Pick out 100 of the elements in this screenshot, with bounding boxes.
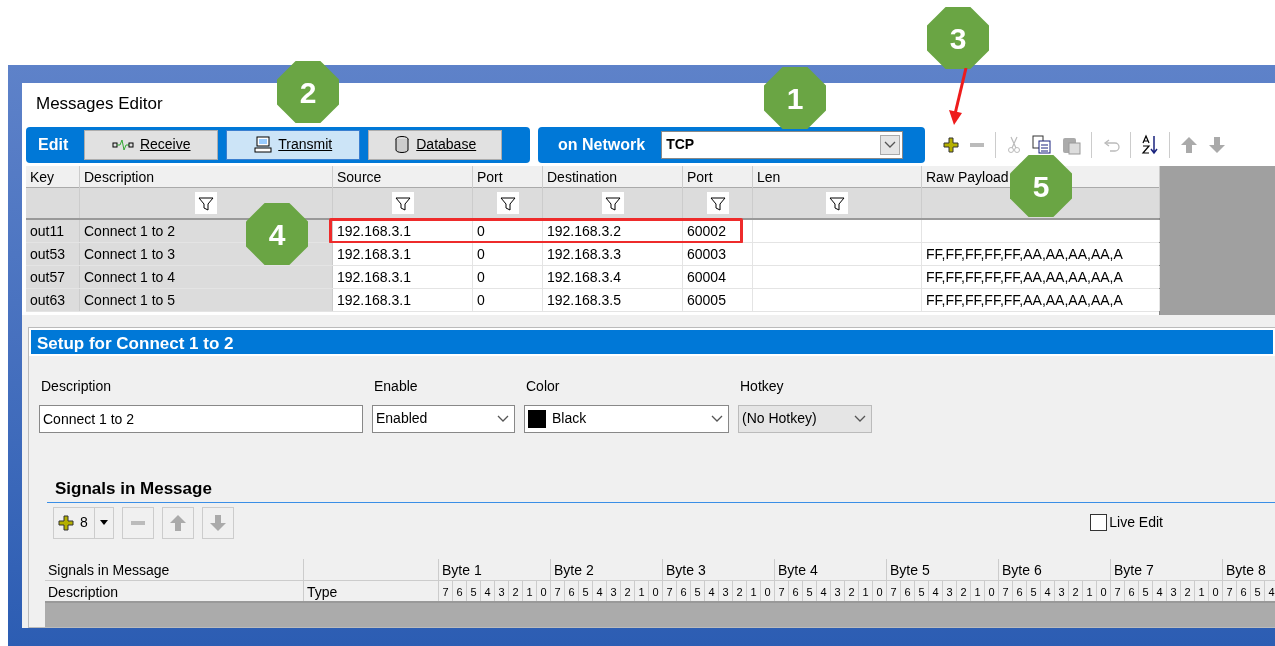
section-title: Signals in Message	[54, 478, 213, 500]
bit-header: 4	[1153, 581, 1167, 601]
mode-tab[interactable]: Transmit	[226, 129, 361, 160]
column-header: Byte 6	[999, 559, 1111, 580]
caret-down-icon	[98, 519, 109, 527]
bit-header: 5	[691, 581, 705, 601]
bit-header: 7	[775, 581, 789, 601]
bit-header: 5	[1027, 581, 1041, 601]
bit-header: 5	[467, 581, 481, 601]
bit-header: 6	[1013, 581, 1027, 601]
bit-header: 2	[509, 581, 523, 601]
column-header: Byte 7	[1111, 559, 1223, 580]
dropdown-field[interactable]: Enabled	[372, 405, 515, 433]
table-cell: 192.168.3.1	[333, 243, 473, 266]
bit-header: 4	[817, 581, 831, 601]
bit-header: 1	[1195, 581, 1209, 601]
bit-header: 0	[873, 581, 887, 601]
callout-tooltip: 3	[927, 7, 989, 69]
bit-header: 5	[579, 581, 593, 601]
arrow-down-icon	[208, 514, 227, 532]
bit-header: 3	[1055, 581, 1069, 601]
bit-header: 2	[1181, 581, 1195, 601]
bit-header: 7	[663, 581, 677, 601]
bit-header: 4	[929, 581, 943, 601]
window-title: Messages Editor	[36, 92, 163, 115]
bit-header: 2	[1069, 581, 1083, 601]
bit-header: 5	[803, 581, 817, 601]
filter-icon[interactable]	[826, 192, 848, 215]
field-label: Hotkey	[739, 377, 785, 396]
bit-header: 1	[523, 581, 537, 601]
bit-header: 4	[705, 581, 719, 601]
column-header: Byte 4	[775, 559, 887, 580]
bit-header: 1	[747, 581, 761, 601]
bit-header: 7	[887, 581, 901, 601]
description-field[interactable]: Connect 1 to 2	[39, 405, 363, 433]
table-cell: out11	[26, 220, 80, 243]
bit-header: 0	[1209, 581, 1223, 601]
bit-header: 6	[565, 581, 579, 601]
bit-header: 6	[453, 581, 467, 601]
network-dropdown[interactable]: TCP	[661, 130, 904, 159]
bit-header: 6	[677, 581, 691, 601]
field-label: Description	[40, 377, 113, 396]
bit-header: 4	[1265, 581, 1275, 601]
filter-icon[interactable]	[601, 192, 624, 215]
bit-header: 3	[831, 581, 845, 601]
table-cell: 60003	[683, 243, 753, 266]
bit-header: 7	[999, 581, 1013, 601]
bit-header: 1	[859, 581, 873, 601]
copy-icon[interactable]	[1032, 135, 1051, 155]
column-header: Byte 2	[551, 559, 663, 580]
mode-tab[interactable]: Receive	[84, 129, 219, 160]
pointer-arrow	[946, 68, 970, 126]
bit-header: 5	[915, 581, 929, 601]
plus-icon[interactable]	[943, 136, 959, 153]
bit-header: 3	[607, 581, 621, 601]
bit-header: 3	[719, 581, 733, 601]
bit-header: 5	[1251, 581, 1265, 601]
dropdown-field[interactable]: Black	[524, 405, 729, 433]
column-header: Signals in Message	[45, 559, 304, 580]
bit-header: 4	[1041, 581, 1055, 601]
bit-header: 5	[1139, 581, 1153, 601]
table-cell: Connect 1 to 4	[80, 266, 333, 289]
bit-header: 4	[481, 581, 495, 601]
bit-header: 0	[985, 581, 999, 601]
table-cell: 192.168.3.3	[543, 243, 683, 266]
bit-header: 2	[621, 581, 635, 601]
column-header: Byte 8	[1223, 559, 1275, 580]
sort-icon[interactable]	[1141, 134, 1159, 156]
field-label: Color	[525, 377, 561, 396]
table-cell: 0	[473, 243, 543, 266]
panel-header: Setup for Connect 1 to 2	[29, 328, 1275, 356]
filter-icon[interactable]	[496, 192, 519, 215]
bit-header: 3	[943, 581, 957, 601]
bit-header: 1	[1083, 581, 1097, 601]
column-header: Description	[45, 581, 304, 601]
bit-header: 2	[957, 581, 971, 601]
table-cell: Connect 1 to 5	[80, 289, 333, 312]
bit-header: 2	[845, 581, 859, 601]
bit-header: 6	[1237, 581, 1251, 601]
column-header: Byte 3	[663, 559, 775, 580]
column-header: Byte 5	[887, 559, 999, 580]
bit-header: 4	[593, 581, 607, 601]
bit-header: 0	[761, 581, 775, 601]
table-cell: out57	[26, 266, 80, 289]
add-signal-button[interactable]: 8	[53, 507, 114, 539]
filter-icon[interactable]	[195, 192, 217, 215]
filter-icon[interactable]	[706, 192, 729, 215]
mode-tab[interactable]: Database	[368, 129, 503, 160]
bit-header: 6	[901, 581, 915, 601]
table-cell: out53	[26, 243, 80, 266]
bit-header: 6	[789, 581, 803, 601]
filter-icon[interactable]	[391, 192, 414, 215]
bit-header: 7	[439, 581, 453, 601]
live-edit-checkbox[interactable]: Live Edit	[1090, 512, 1275, 534]
bit-header: 7	[1223, 581, 1237, 601]
bit-header: 2	[733, 581, 747, 601]
bit-header: 3	[495, 581, 509, 601]
bit-header: 0	[537, 581, 551, 601]
bit-header: 7	[1111, 581, 1125, 601]
table-cell: out63	[26, 289, 80, 312]
